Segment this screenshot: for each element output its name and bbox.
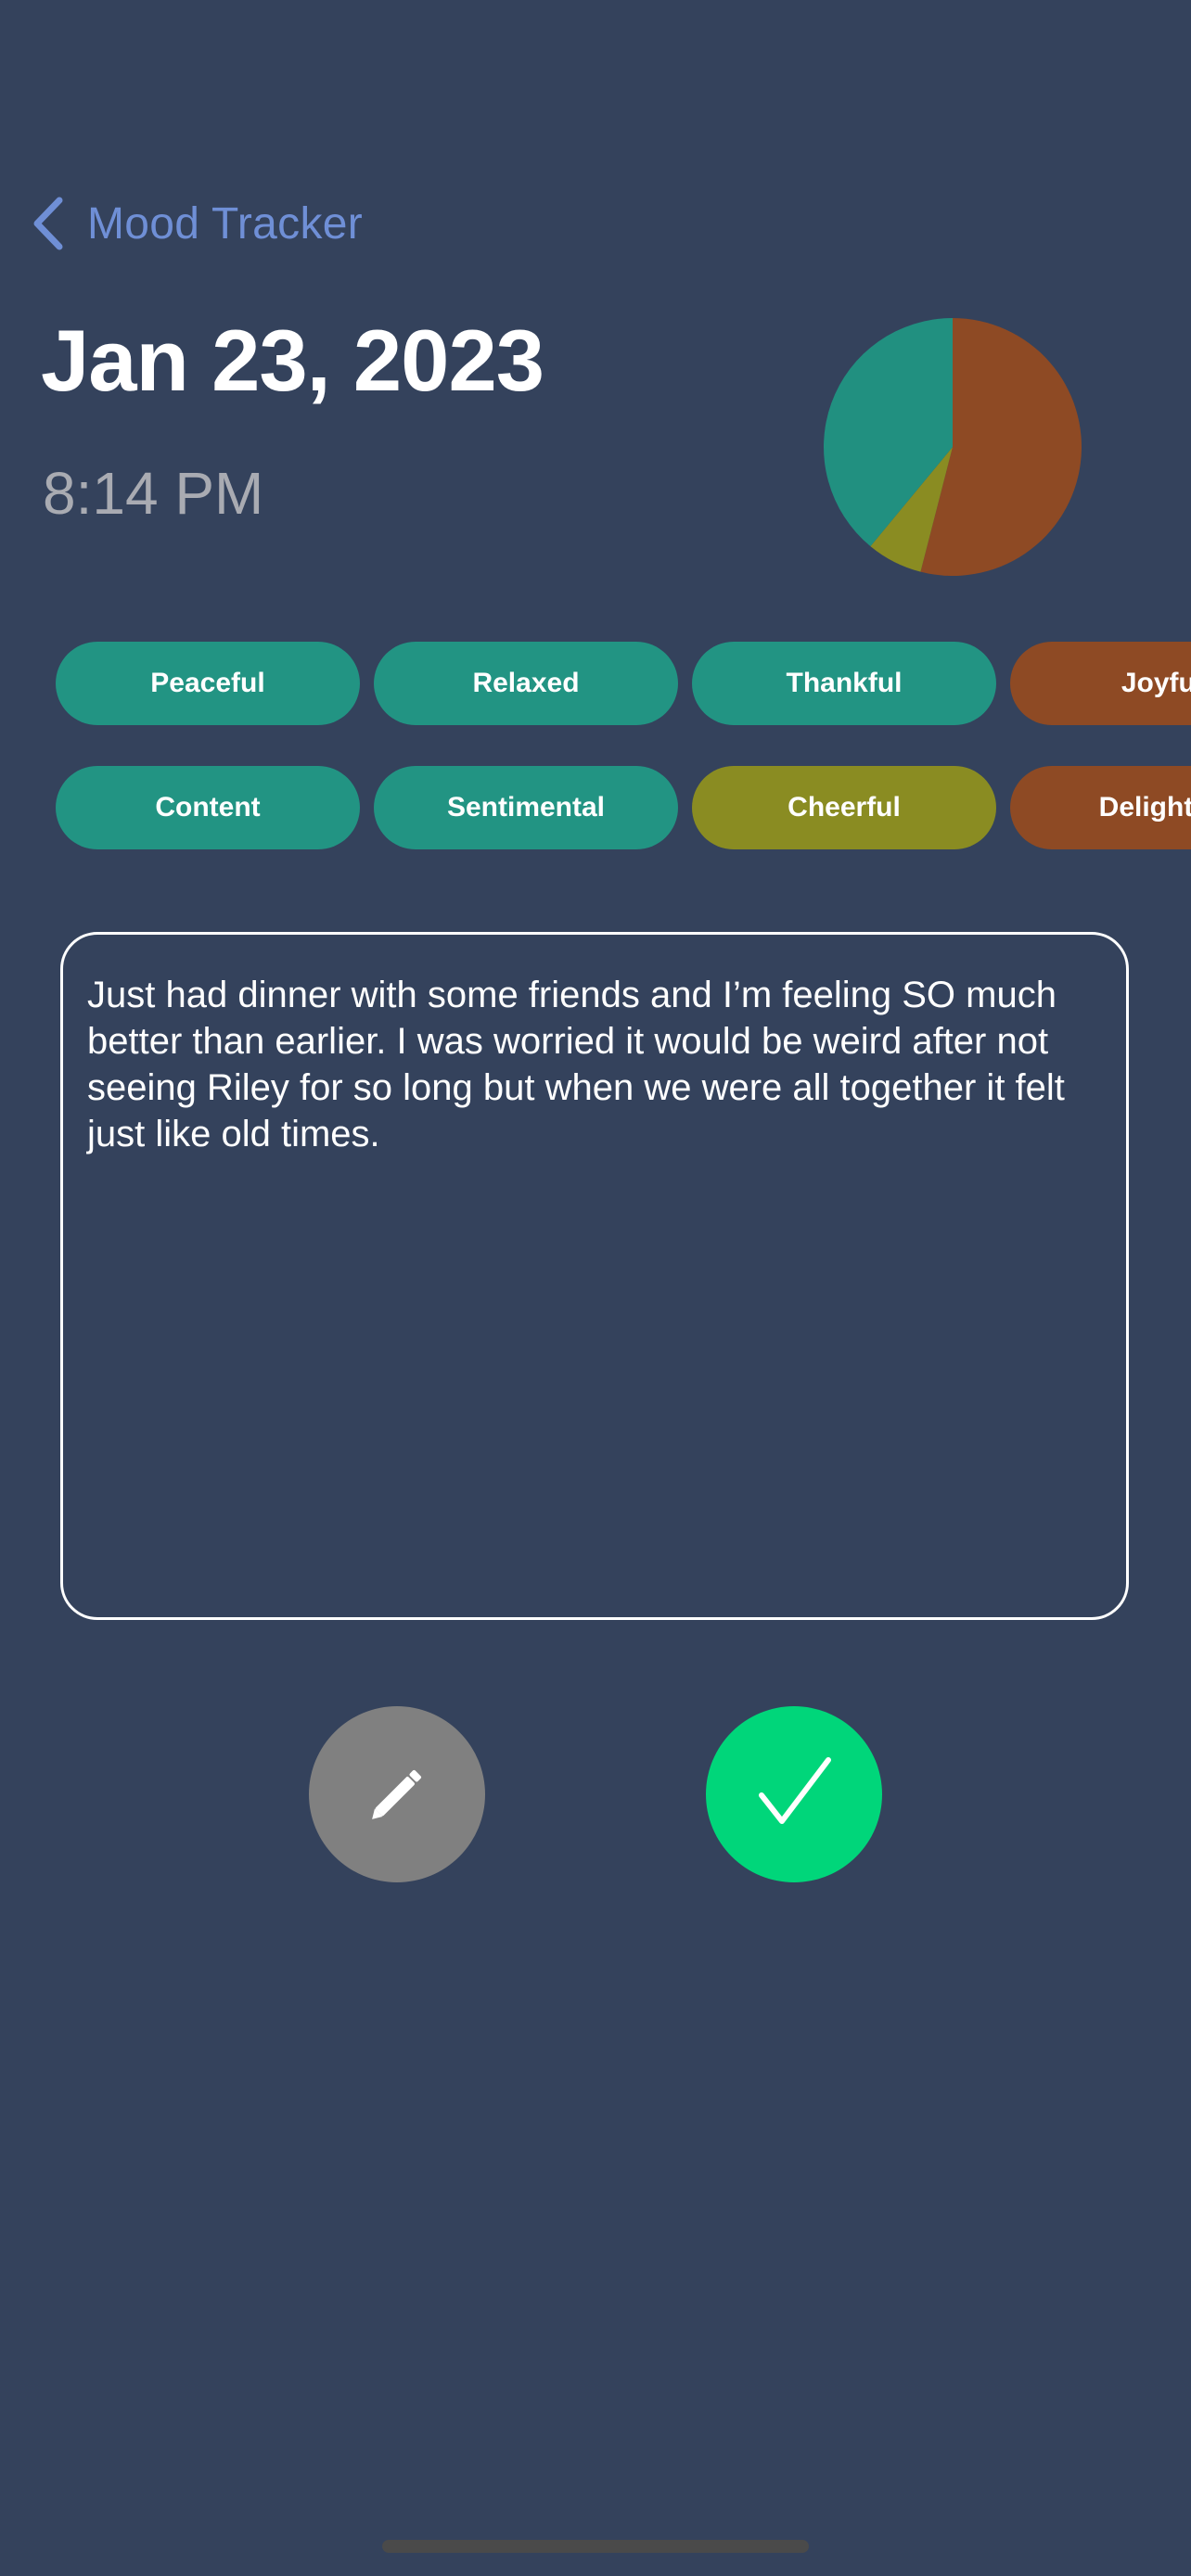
mood-chip-label: Thankful [786,668,903,698]
edit-button[interactable] [309,1706,485,1882]
chevron-left-icon [33,197,63,250]
entry-time: 8:14 PM [43,460,264,527]
mood-chip-label: Delighted [1098,792,1191,823]
entry-date: Jan 23, 2023 [41,312,544,409]
mood-chip[interactable]: Cheerful [692,766,996,849]
mood-chip-label: Joyful [1121,668,1191,698]
mood-chip[interactable]: Relaxed [374,642,678,725]
mood-chip-label: Sentimental [446,792,606,823]
back-button[interactable]: Mood Tracker [32,191,363,256]
mood-chip-label: Content [155,792,261,823]
save-button[interactable] [706,1706,882,1882]
mood-chip-row-2: Content Sentimental Cheerful Delighted [56,766,1191,849]
mood-chip[interactable]: Delighted [1010,766,1191,849]
home-indicator[interactable] [382,2540,809,2553]
mood-chip-label: Peaceful [150,668,265,698]
mood-chip[interactable]: Sentimental [374,766,678,849]
mood-entry-screen: Mood Tracker Jan 23, 2023 8:14 PM Peacef… [0,0,1191,2576]
mood-chip-label: Cheerful [788,792,901,823]
mood-chip[interactable]: Joyful [1010,642,1191,725]
mood-chip[interactable]: Content [56,766,360,849]
pencil-icon [372,1769,422,1819]
mood-chip[interactable]: Peaceful [56,642,360,725]
mood-chip-label: Relaxed [472,668,580,698]
mood-pie-chart [824,318,1082,576]
back-button-label: Mood Tracker [87,198,364,249]
journal-entry-text[interactable]: Just had dinner with some friends and I’… [60,932,1129,1620]
mood-chip[interactable]: Thankful [692,642,996,725]
checkmark-icon [759,1757,831,1824]
mood-chip-row-1: Peaceful Relaxed Thankful Joyful [56,642,1191,725]
